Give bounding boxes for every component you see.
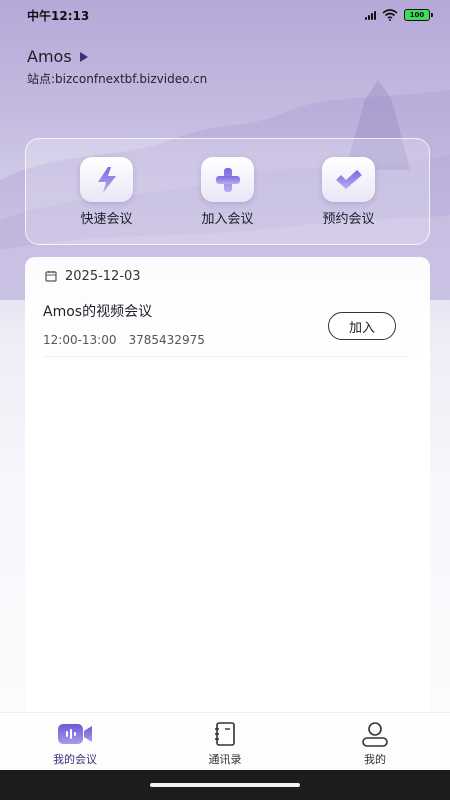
battery-icon: 100: [404, 9, 433, 21]
home-indicator-area: [0, 770, 450, 800]
video-camera-icon: [58, 724, 92, 744]
quick-meeting-label: 快速会议: [80, 212, 133, 227]
schedule-meeting-button[interactable]: 预约会议: [304, 157, 394, 227]
status-icons: 100: [365, 9, 433, 21]
meeting-time: 12:00-13:00: [43, 333, 117, 347]
user-name: Amos: [27, 47, 72, 66]
meeting-date: 2025-12-03: [65, 268, 141, 284]
quick-meeting-button[interactable]: 快速会议: [62, 157, 152, 227]
lightning-icon: [80, 157, 133, 202]
wifi-icon: [382, 9, 398, 21]
user-header[interactable]: Amos 站点:bizconfnextbf.bizvideo.cn: [27, 47, 207, 87]
home-indicator[interactable]: [150, 783, 300, 787]
triangle-right-icon: [79, 51, 88, 62]
join-button[interactable]: 加入: [328, 312, 396, 340]
plus-icon: [201, 157, 254, 202]
schedule-meeting-label: 预约会议: [322, 212, 375, 227]
status-bar: 中午12:13 100: [0, 0, 450, 30]
tab-label-me: 我的: [364, 753, 386, 766]
battery-level: 100: [409, 11, 425, 19]
signal-icon: [365, 10, 376, 20]
join-meeting-button[interactable]: 加入会议: [183, 157, 273, 227]
meeting-id: 3785432975: [128, 333, 205, 347]
person-icon: [362, 722, 388, 747]
check-icon: [322, 157, 375, 202]
tab-contacts[interactable]: 通讯录: [175, 713, 275, 770]
meeting-list-item[interactable]: Amos的视频会议 12:00-13:00 3785432975 加入: [43, 297, 408, 357]
tab-me[interactable]: 我的: [325, 713, 425, 770]
site-url: 站点:bizconfnextbf.bizvideo.cn: [27, 72, 208, 86]
tab-label-contacts: 通讯录: [208, 753, 242, 766]
contacts-book-icon: [215, 722, 235, 746]
status-time: 中午12:13: [27, 8, 90, 23]
meetings-card: 2025-12-03 Amos的视频会议 12:00-13:00 3785432…: [25, 257, 430, 717]
date-header: 2025-12-03: [25, 257, 430, 287]
join-meeting-label: 加入会议: [201, 212, 254, 227]
quick-actions-panel: 快速会议 加入会议 预约会议: [25, 138, 430, 245]
tab-label-my-meetings: 我的会议: [53, 753, 97, 766]
bottom-tab-bar: 我的会议 通讯录 我的: [0, 712, 450, 770]
tab-my-meetings[interactable]: 我的会议: [25, 713, 125, 770]
calendar-icon: [45, 271, 57, 282]
